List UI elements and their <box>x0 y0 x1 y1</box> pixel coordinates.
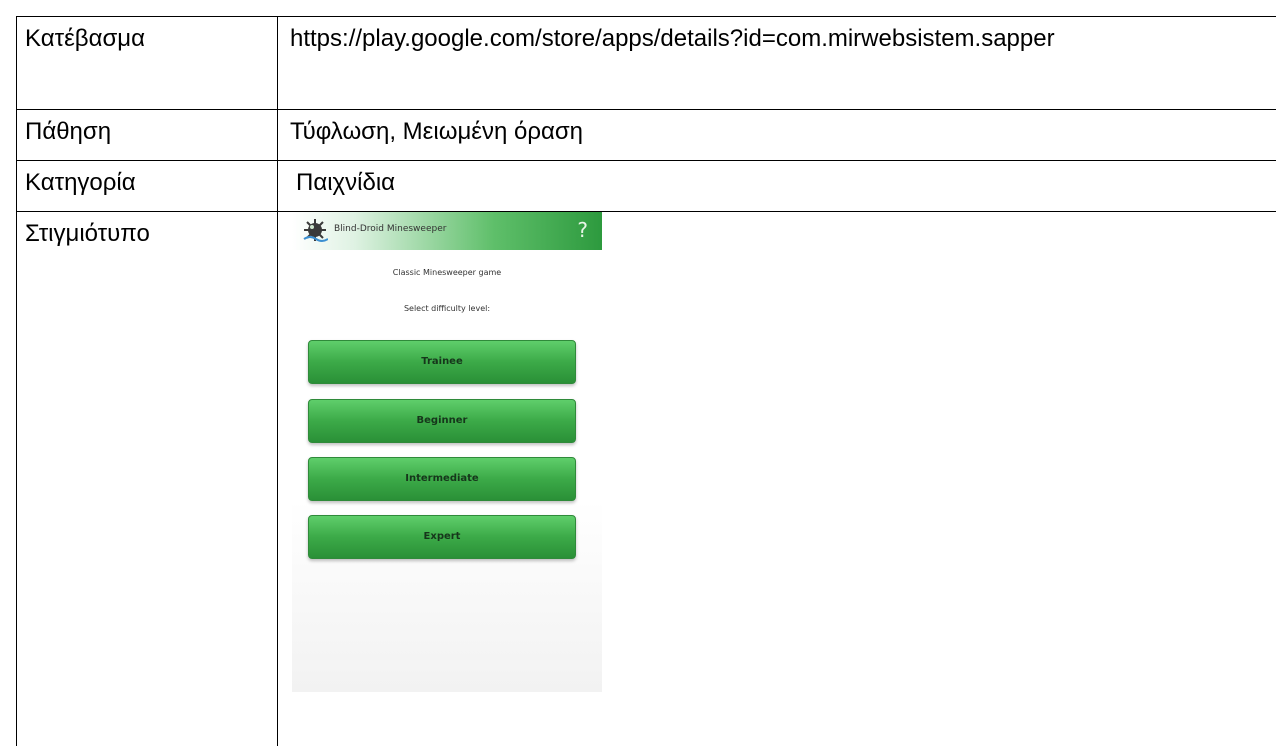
screenshot-label: Στιγμιότυπο <box>17 212 278 746</box>
screenshot-cell: Blind-Droid Minesweeper ? Classic Minesw… <box>278 212 1276 746</box>
category-label: Κατηγορία <box>17 161 278 212</box>
category-value: Παιχνίδια <box>290 169 395 196</box>
difficulty-prompt: Select difficulty level: <box>292 304 602 314</box>
download-label: Κατέβασμα <box>17 17 278 110</box>
info-table: Κατέβασμα https://play.google.com/store/… <box>16 16 1276 746</box>
intermediate-button[interactable]: Intermediate <box>308 457 576 501</box>
row-download: Κατέβασμα https://play.google.com/store/… <box>17 17 1276 110</box>
row-condition: Πάθηση Τύφλωση, Μειωμένη όραση <box>17 110 1276 161</box>
trainee-button[interactable]: Trainee <box>308 340 576 384</box>
beginner-button[interactable]: Beginner <box>308 399 576 443</box>
app-title: Blind-Droid Minesweeper <box>334 223 446 235</box>
download-link[interactable]: https://play.google.com/store/apps/detai… <box>278 17 1276 110</box>
row-category: Κατηγορία Παιχνίδια <box>17 161 1276 212</box>
category-cell: Παιχνίδια <box>278 161 1276 212</box>
row-screenshot: Στιγμιότυπο Blind-Droi <box>17 212 1276 746</box>
condition-value: Τύφλωση, Μειωμένη όραση <box>278 110 1276 161</box>
minesweeper-logo-icon <box>302 217 328 243</box>
expert-button[interactable]: Expert <box>308 515 576 559</box>
app-bar: Blind-Droid Minesweeper ? <box>292 212 602 250</box>
app-screenshot: Blind-Droid Minesweeper ? Classic Minesw… <box>292 212 602 692</box>
help-button[interactable]: ? <box>577 218 588 242</box>
app-subtitle: Classic Minesweeper game <box>292 268 602 278</box>
condition-label: Πάθηση <box>17 110 278 161</box>
